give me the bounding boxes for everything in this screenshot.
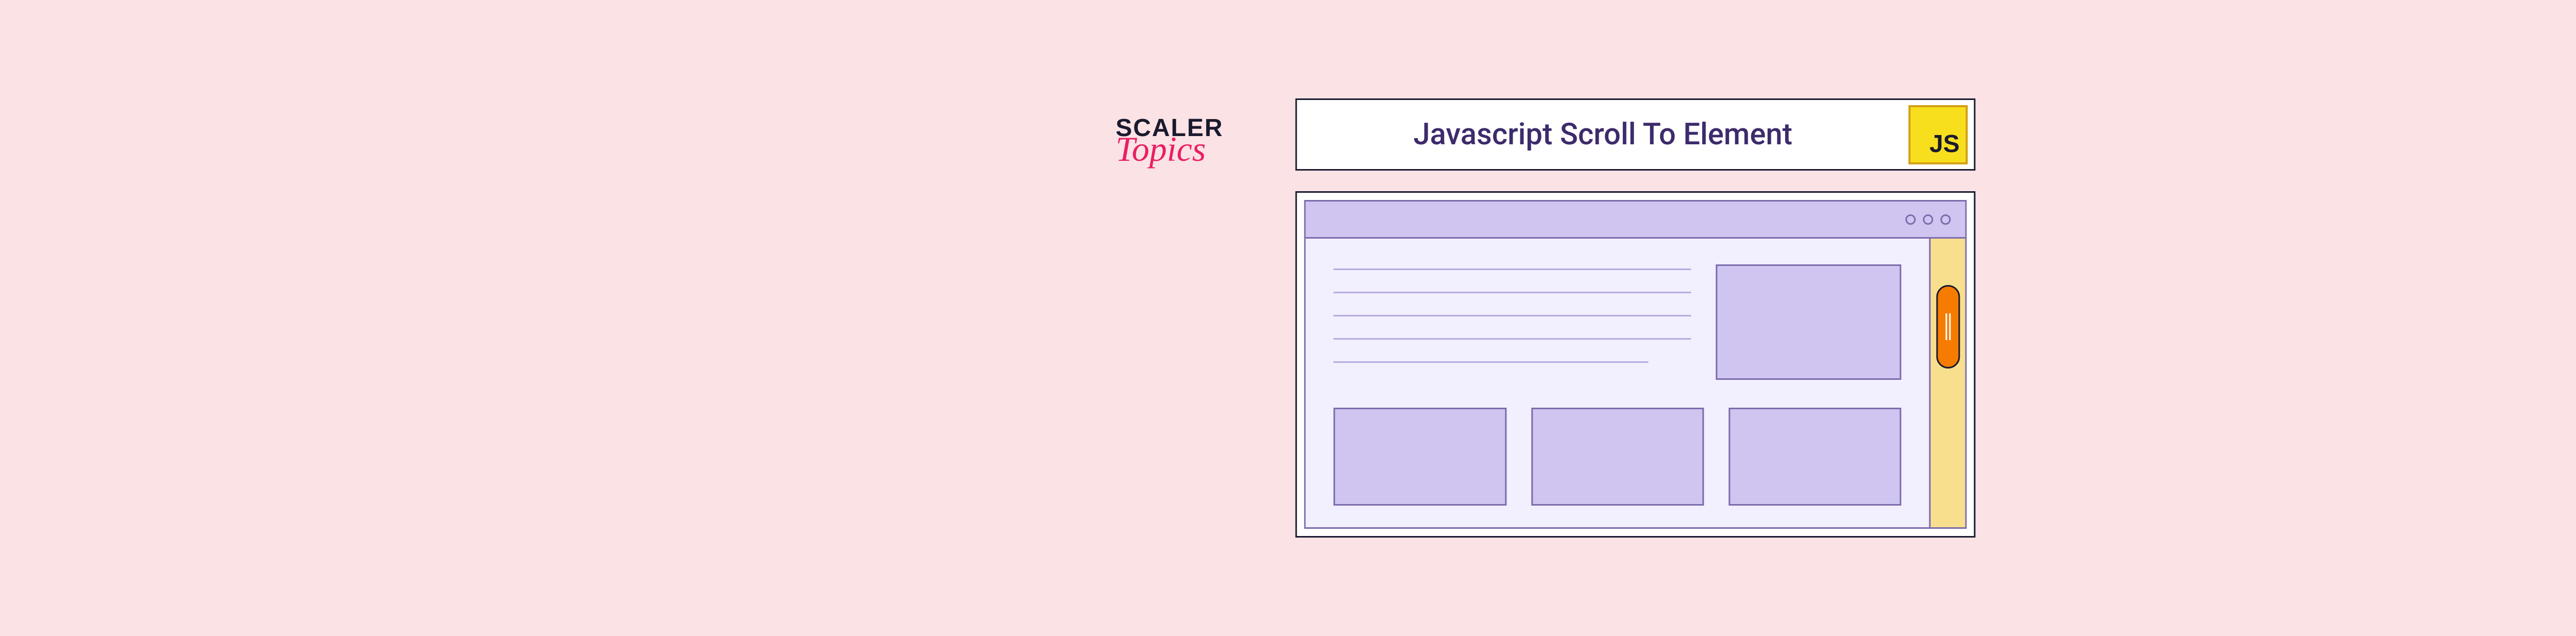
browser-window xyxy=(1296,191,1976,538)
text-line-placeholder xyxy=(1334,292,1691,293)
card-placeholder xyxy=(1531,408,1704,506)
logo: SCALER Topics xyxy=(1115,114,1223,170)
text-lines xyxy=(1334,264,1691,380)
cards-row xyxy=(1334,408,1902,506)
page-title: Javascript Scroll To Element xyxy=(1297,117,1909,152)
browser-body xyxy=(1306,239,1965,527)
title-bar: Javascript Scroll To Element JS xyxy=(1296,98,1976,171)
card-placeholder xyxy=(1728,408,1901,506)
logo-topics-text: Topics xyxy=(1115,129,1206,170)
window-control-icon xyxy=(1941,214,1951,225)
scrollbar-thumb[interactable] xyxy=(1936,285,1960,369)
window-control-icon xyxy=(1923,214,1934,225)
card-placeholder xyxy=(1334,408,1506,506)
text-line-placeholder xyxy=(1334,338,1691,340)
main-column: Javascript Scroll To Element JS xyxy=(1296,98,1976,538)
js-badge-text: JS xyxy=(1929,130,1960,158)
js-badge: JS xyxy=(1909,105,1968,164)
content-area xyxy=(1306,239,1929,527)
text-line-placeholder xyxy=(1334,361,1649,363)
text-line-placeholder xyxy=(1334,269,1691,270)
window-control-icon xyxy=(1906,214,1916,225)
browser-header xyxy=(1306,202,1965,239)
content-wrapper: SCALER Topics Javascript Scroll To Eleme… xyxy=(1115,98,1975,538)
browser-inner xyxy=(1304,200,1967,529)
scrollbar-grip-icon xyxy=(1945,313,1951,340)
featured-box xyxy=(1716,264,1902,380)
text-line-placeholder xyxy=(1334,315,1691,316)
scrollbar-track[interactable] xyxy=(1929,239,1965,527)
top-section xyxy=(1334,264,1902,380)
